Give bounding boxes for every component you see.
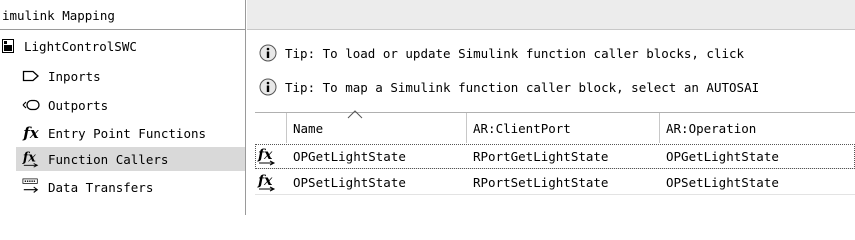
table-row[interactable]: fx OPSetLightState RPortSetLightState OP… [255,170,855,195]
inport-icon [22,67,40,85]
tree-item-label: Data Transfers [48,179,154,195]
function-callers-panel: Tip: To load or update Simulink function… [247,0,855,215]
tree-item-outports[interactable]: Outports [22,93,108,117]
column-header-name[interactable]: Name [287,110,467,143]
tree-item-label: LightControlSWC [24,38,137,54]
svg-text:fx: fx [22,150,36,165]
column-header-client-port[interactable]: AR:ClientPort [467,113,660,143]
tree-item-entry-point-functions[interactable]: fx Entry Point Functions [22,121,206,145]
mapping-tree-panel: imulink Mapping LightControlSWC Inports … [0,0,246,215]
tip-map-caller: Tip: To map a Simulink function caller b… [259,76,759,98]
fx-caller-icon: fx [257,146,277,166]
cell-client-port[interactable]: RPortSetLightState [467,170,660,194]
outport-icon [22,96,40,114]
sort-ascending-icon [347,110,363,119]
fx-caller-icon: fx [22,150,40,168]
data-transfer-icon [22,178,40,196]
component-icon [2,37,14,55]
column-header-icon[interactable] [255,113,287,143]
tree-item-function-callers[interactable]: fx Function Callers [16,147,245,171]
cell-name: OPGetLightState [293,148,406,164]
function-callers-table: Name AR:ClientPort AR:Operation fx OPGet… [255,110,855,215]
tree-item-label: Outports [48,97,109,113]
tree-item-data-transfers[interactable]: Data Transfers [22,175,153,199]
tree-item-lightcontrolswc[interactable]: LightControlSWC [2,34,137,58]
fx-icon: fx [23,123,39,142]
cell-operation[interactable]: OPGetLightState [660,144,855,168]
info-icon [259,44,277,62]
column-header-operation[interactable]: AR:Operation [660,113,855,143]
tree-item-label: Inports [48,68,101,84]
info-icon [259,78,277,96]
tree-item-inports[interactable]: Inports [22,64,101,88]
tip-text: Tip: To map a Simulink function caller b… [285,79,760,95]
tree-item-label: Function Callers [48,151,169,167]
svg-text:fx: fx [257,147,273,163]
tree-header-title: imulink Mapping [0,0,245,30]
tree-item-label: Entry Point Functions [48,125,207,141]
cell-name: OPSetLightState [293,174,406,190]
table-row[interactable]: fx OPGetLightState RPortGetLightState OP… [255,144,855,169]
tip-load-update: Tip: To load or update Simulink function… [259,42,744,64]
toolbar [247,0,855,30]
fx-caller-icon: fx [257,172,277,192]
svg-text:fx: fx [257,173,273,189]
cell-client-port[interactable]: RPortGetLightState [467,144,660,168]
cell-operation[interactable]: OPSetLightState [660,170,855,194]
tip-text: Tip: To load or update Simulink function… [285,45,745,61]
